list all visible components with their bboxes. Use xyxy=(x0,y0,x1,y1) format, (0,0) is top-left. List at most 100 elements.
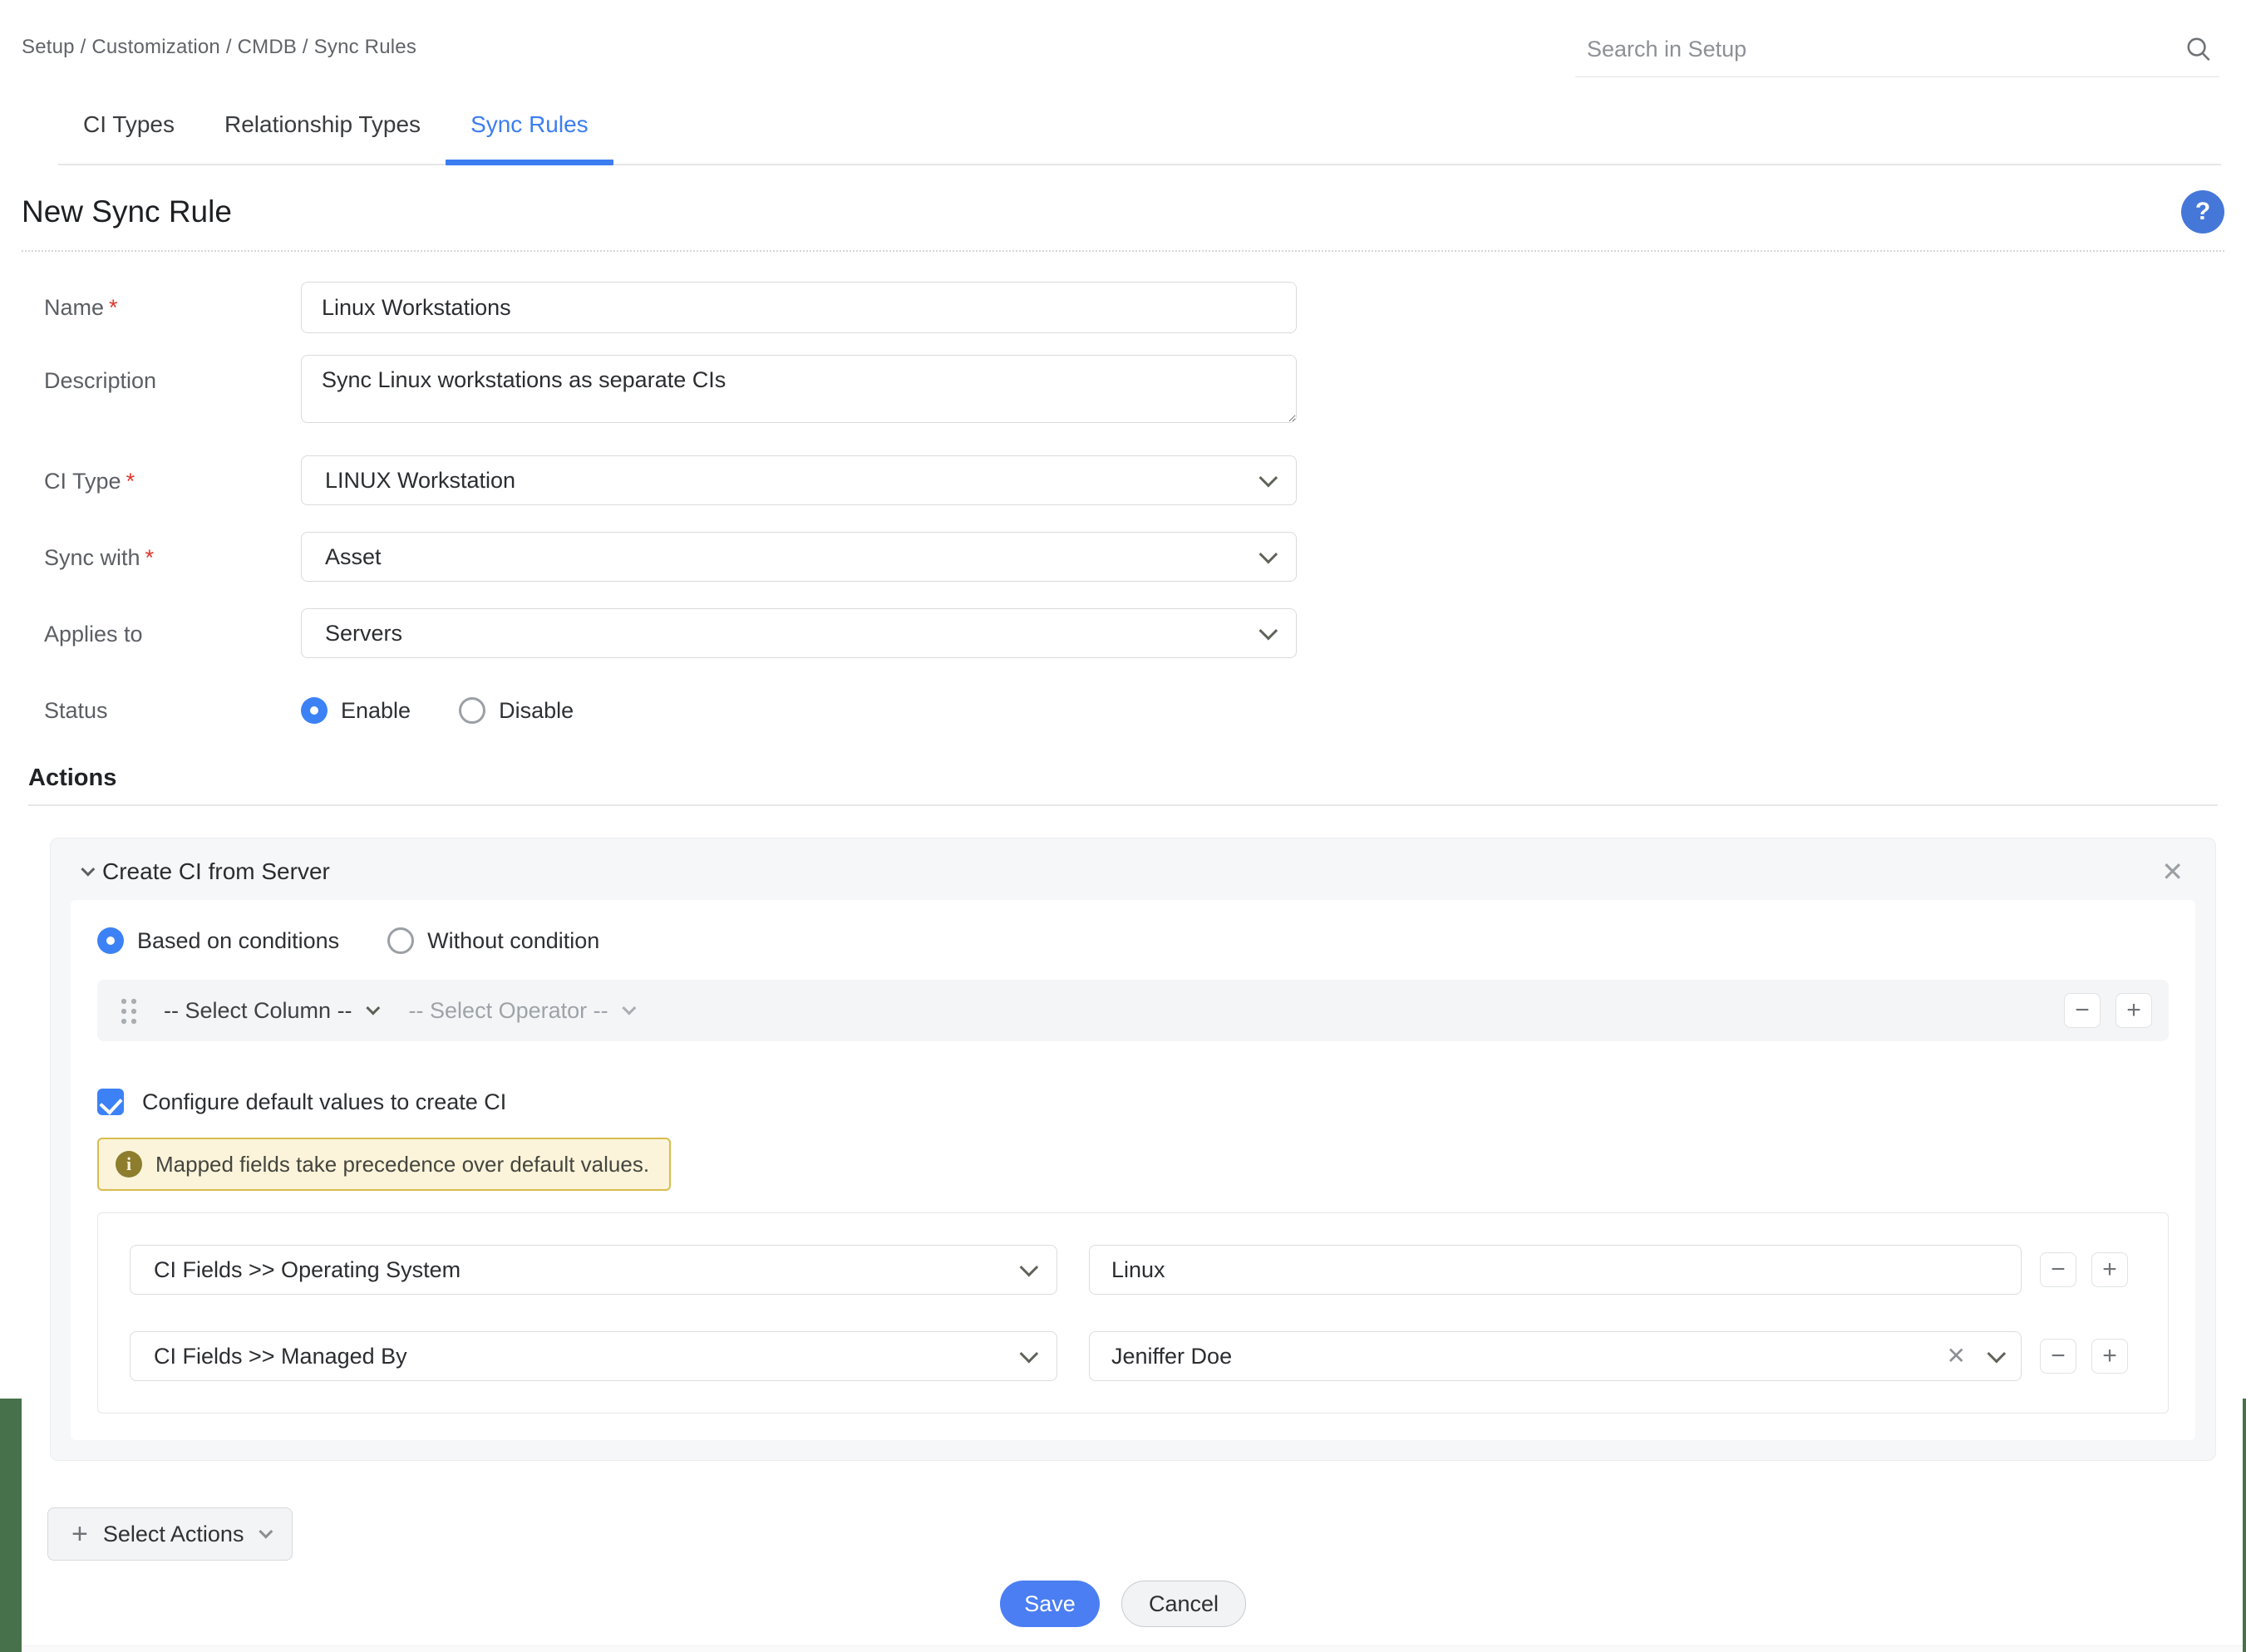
form-row-status: Status Enable Disable xyxy=(0,685,2246,725)
save-button[interactable]: Save xyxy=(1000,1581,1100,1627)
info-banner-text: Mapped fields take precedence over defau… xyxy=(155,1152,649,1178)
default-value-field[interactable] xyxy=(1089,1245,2022,1295)
chevron-down-icon xyxy=(259,1525,273,1539)
status-disable-radio[interactable]: Disable xyxy=(459,696,574,725)
form-row-name: Name* xyxy=(0,282,2246,333)
form-row-sync-with: Sync with* Asset xyxy=(0,532,2246,582)
help-icon[interactable]: ? xyxy=(2181,190,2224,234)
applies-to-select[interactable]: Servers xyxy=(301,608,1297,658)
action-card-body: Based on conditions Without condition --… xyxy=(71,900,2195,1440)
based-on-conditions-label: Based on conditions xyxy=(137,927,339,955)
ci-type-select[interactable]: LINUX Workstation xyxy=(301,455,1297,505)
ci-field-select-managed-by[interactable]: CI Fields >> Managed By xyxy=(130,1331,1057,1381)
collapse-chevron-icon[interactable] xyxy=(81,863,95,877)
select-actions-label: Select Actions xyxy=(103,1522,244,1547)
applies-to-label: Applies to xyxy=(0,608,301,648)
top-bar: Setup / Customization / CMDB / Sync Rule… xyxy=(0,0,2246,77)
radio-selected-icon[interactable] xyxy=(301,697,328,724)
chevron-down-icon xyxy=(1259,545,1278,564)
condition-mode-group: Based on conditions Without condition xyxy=(97,927,2169,955)
chevron-down-icon xyxy=(622,1001,636,1015)
name-label: Name* xyxy=(0,282,301,322)
required-asterisk: * xyxy=(145,545,155,570)
ci-type-label: CI Type* xyxy=(0,455,301,495)
status-enable-radio[interactable]: Enable xyxy=(301,696,411,725)
select-column-placeholder: -- Select Column -- xyxy=(164,998,352,1024)
based-on-conditions-radio[interactable]: Based on conditions xyxy=(97,927,339,955)
tab-sync-rules[interactable]: Sync Rules xyxy=(446,111,613,164)
breadcrumb[interactable]: Setup / Customization / CMDB / Sync Rule… xyxy=(22,33,416,61)
managed-by-value-combo[interactable]: Jeniffer Doe ✕ xyxy=(1089,1331,2022,1381)
title-row: New Sync Rule ? xyxy=(22,190,2224,252)
name-label-text: Name xyxy=(44,295,104,320)
form-row-applies-to: Applies to Servers xyxy=(0,608,2246,658)
chevron-down-icon xyxy=(366,1001,380,1015)
add-condition-button[interactable]: + xyxy=(2115,993,2152,1028)
configure-defaults-checkbox-row[interactable]: Configure default values to create CI xyxy=(97,1088,2169,1116)
radio-unselected-icon[interactable] xyxy=(459,697,485,724)
operating-system-value-input[interactable] xyxy=(1111,1257,2001,1283)
setup-search[interactable] xyxy=(1575,33,2219,77)
action-card-title: Create CI from Server xyxy=(102,855,330,888)
required-asterisk: * xyxy=(126,469,135,494)
applies-to-value: Servers xyxy=(325,621,1259,647)
left-edge-green-bar xyxy=(0,1399,22,1652)
enable-label: Enable xyxy=(341,696,411,725)
description-label: Description xyxy=(0,355,301,395)
default-values-box: CI Fields >> Operating System − + CI Fie… xyxy=(97,1212,2169,1414)
condition-row-buttons: − + xyxy=(2064,993,2152,1028)
mapping-row-buttons: − + xyxy=(2040,1252,2128,1287)
info-icon: i xyxy=(116,1151,142,1178)
without-condition-radio[interactable]: Without condition xyxy=(387,927,599,955)
right-edge-green-bar xyxy=(2243,1399,2246,1652)
remove-mapping-button[interactable]: − xyxy=(2040,1339,2076,1374)
search-icon[interactable] xyxy=(2183,33,2214,65)
bottom-edge-strip xyxy=(22,1645,2243,1652)
action-card-create-ci: Create CI from Server ✕ Based on conditi… xyxy=(50,838,2216,1461)
sync-with-value: Asset xyxy=(325,544,1259,570)
mapping-row: CI Fields >> Operating System − + xyxy=(130,1245,2136,1295)
close-icon[interactable]: ✕ xyxy=(2161,858,2184,885)
chevron-down-icon xyxy=(1259,469,1278,488)
select-actions-button[interactable]: + Select Actions xyxy=(47,1507,293,1561)
remove-condition-button[interactable]: − xyxy=(2064,993,2101,1028)
ci-type-label-text: CI Type xyxy=(44,469,121,494)
add-mapping-button[interactable]: + xyxy=(2091,1339,2128,1374)
action-card-header: Create CI from Server ✕ xyxy=(71,838,2195,900)
select-operator-dropdown[interactable]: -- Select Operator -- xyxy=(409,998,632,1024)
actions-heading: Actions xyxy=(28,763,2218,806)
drag-handle-icon[interactable] xyxy=(119,996,139,1025)
page-title: New Sync Rule xyxy=(22,194,232,230)
sync-with-label: Sync with* xyxy=(0,532,301,572)
tab-ci-types[interactable]: CI Types xyxy=(58,111,199,164)
description-field[interactable]: Sync Linux workstations as separate CIs xyxy=(301,355,1297,423)
name-field[interactable] xyxy=(301,282,1297,333)
select-column-dropdown[interactable]: -- Select Column -- xyxy=(164,998,376,1024)
radio-selected-icon[interactable] xyxy=(97,927,124,954)
ci-field-select-operating-system[interactable]: CI Fields >> Operating System xyxy=(130,1245,1057,1295)
form-footer: Save Cancel xyxy=(0,1581,2246,1627)
plus-icon: + xyxy=(71,1520,88,1548)
clear-icon[interactable]: ✕ xyxy=(1947,1345,1966,1368)
add-mapping-button[interactable]: + xyxy=(2091,1252,2128,1287)
setup-sync-rule-page: Setup / Customization / CMDB / Sync Rule… xyxy=(0,0,2246,1652)
info-banner: i Mapped fields take precedence over def… xyxy=(97,1138,671,1191)
checkbox-checked-icon[interactable] xyxy=(97,1089,124,1115)
chevron-down-icon xyxy=(1020,1258,1039,1277)
search-input[interactable] xyxy=(1587,37,2183,62)
sync-with-label-text: Sync with xyxy=(44,545,140,570)
disable-label: Disable xyxy=(499,696,574,725)
form-row-ci-type: CI Type* LINUX Workstation xyxy=(0,455,2246,505)
radio-unselected-icon[interactable] xyxy=(387,927,414,954)
cancel-button[interactable]: Cancel xyxy=(1121,1581,1246,1627)
remove-mapping-button[interactable]: − xyxy=(2040,1252,2076,1287)
select-operator-placeholder: -- Select Operator -- xyxy=(409,998,608,1024)
tab-bar: CI Types Relationship Types Sync Rules xyxy=(58,111,2221,165)
sync-with-select[interactable]: Asset xyxy=(301,532,1297,582)
tab-relationship-types[interactable]: Relationship Types xyxy=(199,111,446,164)
condition-row: -- Select Column -- -- Select Operator -… xyxy=(97,980,2169,1041)
sync-rule-form: Name* Description Sync Linux workstation… xyxy=(0,282,2246,725)
configure-defaults-label: Configure default values to create CI xyxy=(142,1088,506,1116)
chevron-down-icon[interactable] xyxy=(1987,1345,2007,1364)
ci-field-value: CI Fields >> Managed By xyxy=(154,1344,1020,1369)
